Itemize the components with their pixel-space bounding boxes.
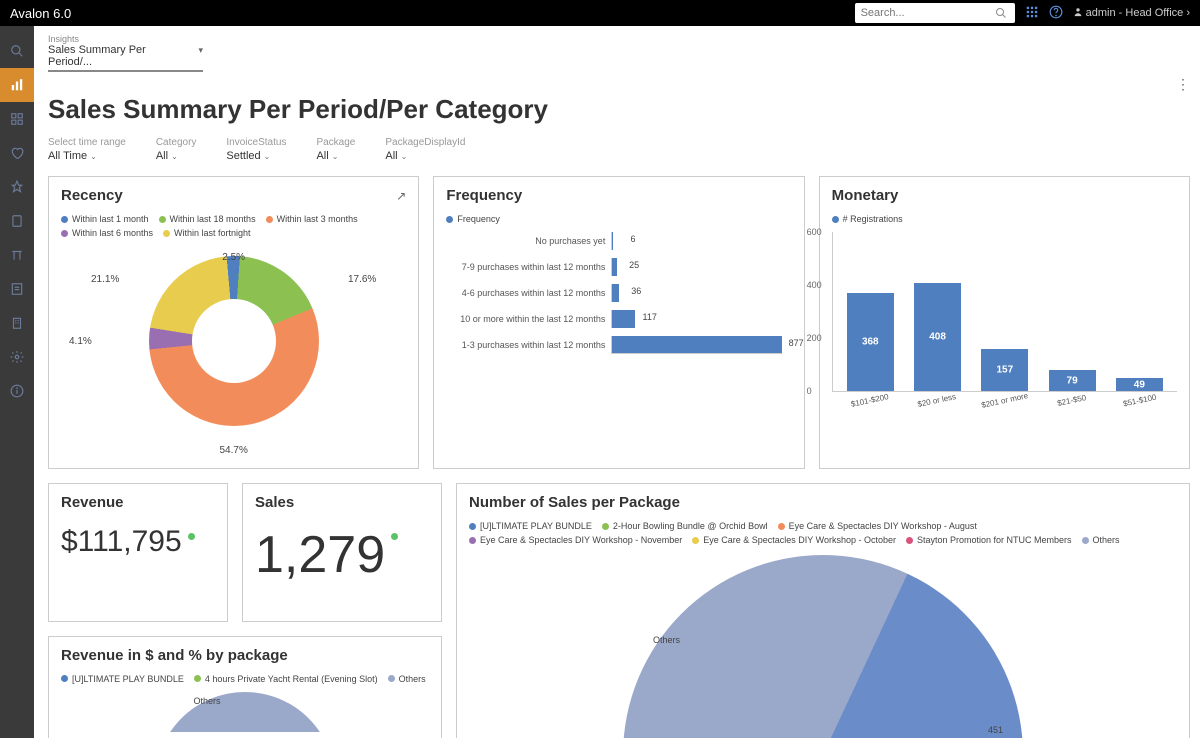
revenue-package-title: Revenue in $ and % by package	[61, 647, 288, 664]
nav-search[interactable]	[0, 34, 34, 68]
sales-title: Sales	[255, 494, 429, 511]
nav-file[interactable]	[0, 272, 34, 306]
sidebar	[0, 26, 34, 738]
card-revenue: Revenue $111,795	[48, 483, 228, 622]
page-title: Sales Summary Per Period/Per Category	[48, 94, 1190, 125]
card-recency-title: Recency	[61, 187, 123, 204]
sales-package-title: Number of Sales per Package	[469, 494, 680, 511]
frequency-chart: No purchases yet67-9 purchases within la…	[446, 232, 791, 354]
chevron-down-icon: ▾	[198, 45, 203, 56]
nav-heart[interactable]	[0, 136, 34, 170]
recency-donut-chart	[149, 256, 319, 426]
sales-package-legend: [U]LTIMATE PLAY BUNDLE2-Hour Bowling Bun…	[469, 521, 1177, 545]
filters-row: Select time rangeAll Time ⌄ CategoryAll ⌄…	[48, 137, 1190, 162]
filter-packagedisplayid[interactable]: PackageDisplayIdAll ⌄	[385, 137, 465, 162]
app-title: Avalon 6.0	[10, 6, 71, 21]
filter-category[interactable]: CategoryAll ⌄	[156, 137, 197, 162]
search-icon[interactable]	[991, 3, 1011, 23]
filter-invoicestatus[interactable]: InvoiceStatusSettled ⌄	[226, 137, 286, 162]
card-sales-package: Number of Sales per Package [U]LTIMATE P…	[456, 483, 1190, 738]
card-monetary-title: Monetary	[832, 187, 899, 204]
main-content: Insights Sales Summary Per Period/... ▾ …	[34, 26, 1200, 738]
sales-package-chart: Others 451	[623, 555, 1023, 738]
nav-text[interactable]	[0, 238, 34, 272]
apps-icon[interactable]	[1025, 5, 1039, 22]
nav-insights[interactable]	[0, 68, 34, 102]
nav-settings[interactable]	[0, 340, 34, 374]
chevron-down-icon: ⌄	[264, 152, 271, 161]
card-monetary: Monetary # Registrations 020040060036840…	[819, 176, 1190, 469]
expand-icon[interactable]: ↗	[396, 189, 406, 203]
recency-legend: Within last 1 monthWithin last 18 months…	[61, 214, 406, 238]
card-frequency-title: Frequency	[446, 187, 522, 204]
revenue-title: Revenue	[61, 494, 215, 511]
card-sales: Sales 1,279	[242, 483, 442, 622]
card-frequency: Frequency Frequency No purchases yet67-9…	[433, 176, 804, 469]
search-input[interactable]	[855, 7, 991, 19]
sales-value: 1,279	[255, 526, 385, 584]
breadcrumb-category: Insights	[48, 34, 1190, 44]
nav-pin[interactable]	[0, 170, 34, 204]
chevron-down-icon: ⌄	[90, 152, 97, 161]
search-box[interactable]	[855, 3, 1015, 23]
status-dot-icon	[188, 533, 195, 540]
revenue-package-legend: [U]LTIMATE PLAY BUNDLE4 hours Private Ya…	[61, 674, 429, 684]
nav-info[interactable]	[0, 374, 34, 408]
monetary-chart: 02004006003684081577949	[832, 232, 1177, 392]
card-recency: Recency ↗ Within last 1 monthWithin last…	[48, 176, 419, 469]
nav-grid[interactable]	[0, 102, 34, 136]
nav-device[interactable]	[0, 204, 34, 238]
chevron-down-icon: ⌄	[332, 152, 339, 161]
chevron-down-icon: ⌄	[401, 152, 408, 161]
breadcrumb: Insights Sales Summary Per Period/... ▾	[48, 26, 1190, 76]
topbar: Avalon 6.0 admin - Head Office ›	[0, 0, 1200, 26]
chevron-down-icon: ⌄	[171, 152, 178, 161]
filter-package[interactable]: PackageAll ⌄	[316, 137, 355, 162]
help-icon[interactable]	[1049, 5, 1063, 22]
card-revenue-package: Revenue in $ and % by package [U]LTIMATE…	[48, 636, 442, 738]
more-menu-icon[interactable]: ⋮	[1176, 76, 1190, 93]
status-dot-icon	[391, 533, 398, 540]
user-menu[interactable]: admin - Head Office ›	[1073, 7, 1190, 19]
filter-select-time-range[interactable]: Select time rangeAll Time ⌄	[48, 137, 126, 162]
nav-building[interactable]	[0, 306, 34, 340]
breadcrumb-dropdown[interactable]: Sales Summary Per Period/... ▾	[48, 44, 203, 72]
revenue-value: $111,795	[61, 525, 182, 558]
